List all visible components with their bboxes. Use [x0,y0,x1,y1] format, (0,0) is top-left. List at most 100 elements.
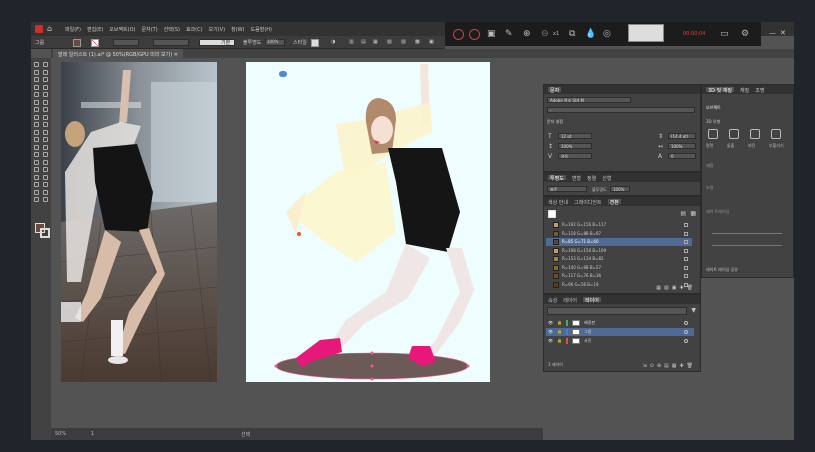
panel-tab[interactable]: 레이어 [563,297,577,304]
canvas-area[interactable] [51,58,543,428]
pen-icon[interactable]: ✎ [505,29,513,39]
tool-icon[interactable] [34,77,39,82]
stop-icon[interactable] [469,29,480,40]
target-icon[interactable] [684,339,688,343]
swatch-row[interactable]: R=140 G=98 B=57 [546,264,692,272]
stroke-weight-field[interactable] [113,39,139,46]
distribute-v-icon[interactable]: ▨ [401,39,406,45]
tool-icon[interactable] [43,114,48,120]
align-icon[interactable]: ▥ [349,39,354,45]
swatch-row[interactable]: R=85 G=71 B=60 [546,238,692,246]
swatch-row[interactable]: R=117 G=76 B=36 [546,272,692,280]
zoom-icon[interactable]: ⊕ [523,29,531,39]
panel-tab[interactable]: 그레이디언트 [574,199,602,206]
home-icon[interactable]: ⌂ [47,24,52,33]
artboard[interactable] [246,62,490,382]
tracking-field[interactable]: 0 [668,153,696,159]
leading-field[interactable]: (14.4 pt) [668,133,696,139]
tool-icon[interactable] [43,189,48,195]
panel-tab[interactable]: 레이어 [583,297,601,304]
layer-row[interactable]: 👁 🔒 그림 [546,328,694,336]
tool-icon[interactable] [43,69,48,75]
lock-icon[interactable]: 🔒 [557,328,562,336]
filter-icon[interactable]: ▼ [691,307,696,314]
tool-icon[interactable] [43,84,48,90]
panel-tab[interactable]: 재질 [740,87,749,94]
slider-track-2[interactable] [712,245,782,246]
copy-icon[interactable]: ⧉ [569,29,575,39]
swatch-row[interactable]: R=198 G=156 B=109 [546,247,692,255]
menu-item[interactable]: 도움말(H) [251,26,272,33]
tool-icon[interactable] [34,152,39,157]
recolor-icon[interactable]: ◑ [331,39,335,45]
menu-item[interactable]: 창(W) [231,26,244,33]
layer-row[interactable]: 👁 🔒 배경판 [546,319,694,327]
tool-icon[interactable] [43,122,48,127]
panel-tab[interactable]: 3D 및 재질 [706,87,735,94]
zoom-level[interactable]: 50% [55,431,66,437]
close-icon[interactable]: ✕ [780,29,786,37]
visibility-icon[interactable]: 👁 [548,328,553,336]
minimize-icon[interactable]: — [769,29,776,37]
tool-icon[interactable] [34,137,39,142]
character-tab[interactable]: 문자 [548,87,562,94]
menu-item[interactable]: 효과(C) [186,26,203,33]
tool-icon[interactable] [34,189,39,195]
font-size-field[interactable]: 12 pt [558,133,592,139]
record-icon[interactable] [453,29,464,40]
3d-type-icon[interactable] [729,129,739,139]
swatch-footer-icons[interactable]: ▦▧▣✚🗑 [656,285,696,291]
tool-icon[interactable] [43,99,48,105]
transparency-opacity-field[interactable]: 100% [610,186,630,192]
visibility-icon[interactable]: 👁 [548,319,553,327]
webcam-icon[interactable]: ▭ [720,29,729,39]
tool-icon[interactable] [34,122,39,127]
layers-footer-icons[interactable]: ⇲⊙⊕▤▦✚🗑 [642,363,696,369]
eye-off-icon[interactable]: ◎ [603,29,611,39]
swatch-row[interactable]: R=118 G=88 B=67 [546,230,692,238]
tool-icon[interactable] [43,144,48,150]
panel-tab[interactable]: 속성 [548,297,557,304]
menu-item[interactable]: 문자(T) [142,26,158,33]
tool-icon[interactable] [34,62,39,67]
3d-type-icon[interactable] [708,129,718,139]
panel-tab[interactable]: 선형 [602,175,611,182]
tool-icon[interactable] [43,77,48,82]
object-subtab[interactable]: 오브젝트 [706,105,721,111]
stroke-swatch[interactable] [91,39,99,47]
tool-icon[interactable] [34,182,39,187]
tool-icon[interactable] [43,129,48,135]
tool-icon[interactable] [34,69,39,75]
target-icon[interactable] [684,330,688,334]
panel-tab[interactable]: 변형 [572,175,581,182]
graphic-style-swatch[interactable] [311,39,319,47]
tool-icon[interactable] [43,152,48,157]
align-center-icon[interactable]: ▤ [361,39,366,45]
kerning-field[interactable]: 자동 [558,153,592,159]
tool-icon[interactable] [43,92,48,97]
align-right-icon[interactable]: ▦ [373,39,378,45]
drop-icon[interactable]: 💧 [585,29,596,39]
font-style-field[interactable]: - [547,107,695,113]
panel-tab[interactable]: 정렬 [587,175,596,182]
menu-item[interactable]: 선택(S) [164,26,180,33]
tool-icon[interactable] [34,92,39,97]
layer-search-field[interactable] [547,307,687,315]
artboard-number[interactable]: 1 [91,431,94,437]
zoom-out-icon[interactable]: ⊖ [541,29,549,39]
swatch-row[interactable]: R=153 G=134 B=82 [546,255,692,263]
variable-width-field[interactable] [153,39,189,46]
tool-icon[interactable] [43,167,48,172]
menu-item[interactable]: 보기(V) [209,26,226,33]
tool-icon[interactable] [34,144,39,150]
menu-item[interactable]: 파일(F) [65,26,81,33]
grid-view-icon[interactable]: ▦ [690,210,696,217]
lock-icon[interactable]: 🔒 [557,319,562,327]
menu-item[interactable]: 편집(E) [87,26,103,33]
tool-icon[interactable] [34,84,39,90]
settings-icon[interactable]: ⚙ [741,29,749,39]
tool-icon[interactable] [34,129,39,135]
visibility-icon[interactable]: 👁 [548,337,553,345]
tool-icon[interactable] [34,167,39,172]
tool-icon[interactable] [43,107,48,112]
